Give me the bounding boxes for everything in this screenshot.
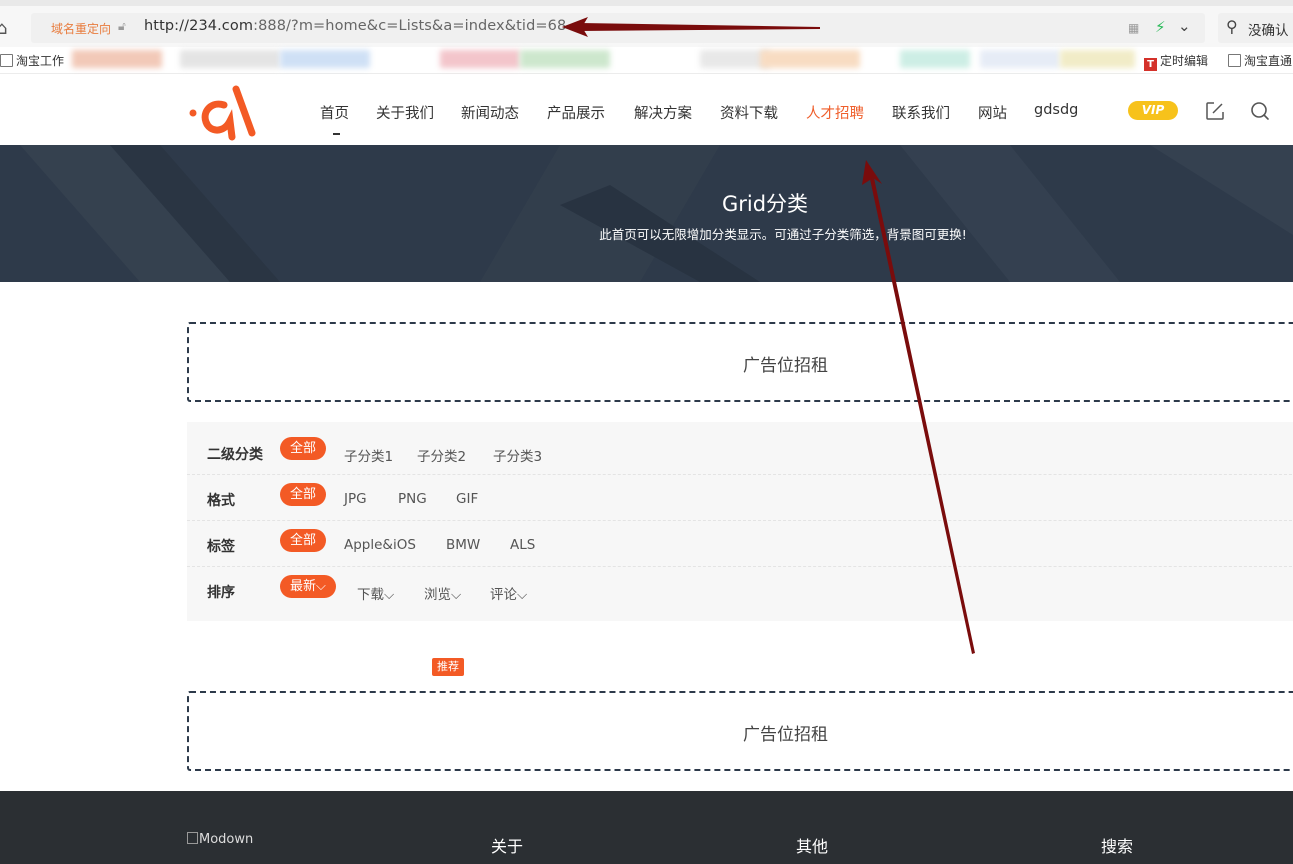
recommend-badge: 推荐 xyxy=(432,658,464,676)
t-logo-icon: T xyxy=(1144,58,1157,71)
chevron-down-icon: ⌵ xyxy=(384,587,395,603)
filter-option-all[interactable]: 全部 xyxy=(280,529,327,552)
banner-subtitle: 此首页可以无限增加分类显示。可通过子分类筛选，背景图可更换! xyxy=(599,227,967,242)
filter-option-all[interactable]: 全部 xyxy=(280,437,327,460)
insecure-lock-icon: 🔓︎ xyxy=(118,19,126,33)
bookmarks-bar: 淘宝工作 T 定时编辑 淘宝直通 xyxy=(0,47,1293,74)
nav-active-indicator xyxy=(333,133,340,135)
page-icon xyxy=(0,54,13,67)
banner-title: Grid分类 xyxy=(721,192,809,216)
blurred-bookmark xyxy=(72,50,162,68)
category-banner: Grid分类 此首页可以无限增加分类显示。可通过子分类筛选，背景图可更换! xyxy=(0,145,1293,282)
nav-item-site[interactable]: 网站 xyxy=(978,102,1007,123)
filter-option[interactable]: ALS xyxy=(510,537,535,553)
ad-slot-bottom[interactable]: 广告位招租 xyxy=(187,691,1293,771)
footer-column-other: 其他 xyxy=(796,837,829,856)
url-path: :888/?m=home&c=Lists&a=index&tid=68 xyxy=(253,18,567,34)
filter-option[interactable]: 子分类3 xyxy=(493,445,542,465)
chevron-down-icon: ⌵ xyxy=(316,579,326,594)
qr-code-icon[interactable]: ▦ xyxy=(1128,21,1139,35)
filter-panel: 二级分类 全部 子分类1 子分类2 子分类3 格式 全部 JPG PNG GIF… xyxy=(187,422,1293,621)
ad-text: 广告位招租 xyxy=(743,725,828,745)
sort-label: 最新 xyxy=(290,579,317,594)
chevron-down-icon: ⌵ xyxy=(517,587,528,603)
filter-option[interactable]: GIF xyxy=(456,491,478,507)
redirect-label: 域名重定向 xyxy=(51,22,112,36)
blurred-bookmark xyxy=(520,50,610,68)
footer-column-about: 关于 xyxy=(491,837,524,856)
search-icon[interactable] xyxy=(1250,101,1270,121)
nav-item-gdsdg[interactable]: gdsdg xyxy=(1034,102,1078,118)
ad-slot-top[interactable]: 广告位招租 xyxy=(187,322,1293,402)
bookmark-label: 定时编辑 xyxy=(1160,54,1209,68)
sort-label: 浏览 xyxy=(424,587,451,603)
filter-option[interactable]: 子分类1 xyxy=(344,445,393,465)
filter-option[interactable]: PNG xyxy=(398,491,427,507)
nav-item-downloads[interactable]: 资料下载 xyxy=(720,102,778,123)
filter-label: 标签 xyxy=(207,539,235,555)
sort-option-comments[interactable]: 评论⌵ xyxy=(490,583,527,603)
page-icon xyxy=(1228,54,1241,67)
ad-text: 广告位招租 xyxy=(743,356,828,376)
footer-logo[interactable]: Modown xyxy=(187,832,253,847)
filter-option-all[interactable]: 全部 xyxy=(280,483,327,506)
edit-icon[interactable] xyxy=(1205,101,1225,121)
filter-option[interactable]: JPG xyxy=(344,491,367,507)
filter-row-format: 格式 全部 JPG PNG GIF xyxy=(187,475,1293,521)
browser-address-row: ⌂ 域名重定向 🔓︎ http://234.com:888/?m=home&c=… xyxy=(0,0,1293,47)
bookmark-label: 淘宝直通 xyxy=(1244,54,1293,68)
filter-label: 排序 xyxy=(207,585,235,601)
chevron-down-icon[interactable]: ⌄ xyxy=(1178,17,1191,35)
blurred-bookmark xyxy=(440,50,520,68)
blurred-bookmark xyxy=(980,50,1060,68)
browser-search-box[interactable]: ⚲ 没确认 xyxy=(1218,13,1293,43)
bookmark-label: 淘宝工作 xyxy=(16,54,65,68)
filter-option[interactable]: Apple&iOS xyxy=(344,537,416,553)
url-text[interactable]: http://234.com:888/?m=home&c=Lists&a=ind… xyxy=(144,18,566,34)
footer-logo-alt: Modown xyxy=(199,832,254,847)
blurred-bookmark xyxy=(1060,50,1135,68)
filter-label: 二级分类 xyxy=(207,447,263,463)
filter-row-tags: 标签 全部 Apple&iOS BMW ALS xyxy=(187,521,1293,567)
blurred-bookmark xyxy=(280,50,370,68)
chevron-down-icon: ⌵ xyxy=(451,587,462,603)
nav-item-products[interactable]: 产品展示 xyxy=(547,102,605,123)
footer-column-search: 搜索 xyxy=(1101,837,1134,856)
site-header: 首页 关于我们 新闻动态 产品展示 解决方案 资料下载 人才招聘 联系我们 网站… xyxy=(0,75,1293,145)
browser-search-text: 没确认 xyxy=(1248,23,1289,39)
filter-option[interactable]: BMW xyxy=(446,537,480,553)
blurred-bookmark xyxy=(180,50,280,68)
bookmark-taobao-direct[interactable]: 淘宝直通 xyxy=(1228,52,1292,69)
bookmark-timed-edit[interactable]: T 定时编辑 xyxy=(1144,52,1208,71)
sort-option-newest[interactable]: 最新⌵ xyxy=(280,575,336,598)
home-icon[interactable]: ⌂ xyxy=(0,18,10,39)
filter-option[interactable]: 子分类2 xyxy=(417,445,466,465)
blurred-bookmark xyxy=(900,50,970,68)
sort-option-downloads[interactable]: 下载⌵ xyxy=(357,583,394,603)
url-host: http://234.com xyxy=(144,18,254,34)
sort-option-views[interactable]: 浏览⌵ xyxy=(424,583,461,603)
bookmark-taobao-work[interactable]: 淘宝工作 xyxy=(0,52,64,69)
nav-item-about[interactable]: 关于我们 xyxy=(376,102,434,123)
broken-image-icon xyxy=(187,832,198,844)
filter-label: 格式 xyxy=(207,493,235,509)
filter-row-subcategory: 二级分类 全部 子分类1 子分类2 子分类3 xyxy=(187,429,1293,475)
sort-label: 评论 xyxy=(490,587,517,603)
site-footer: Modown 关于 其他 搜索 xyxy=(0,791,1293,864)
nav-item-solutions[interactable]: 解决方案 xyxy=(634,102,692,123)
blurred-bookmark xyxy=(760,50,860,68)
filter-row-sort: 排序 最新⌵ 下载⌵ 浏览⌵ 评论⌵ xyxy=(187,567,1293,613)
bolt-icon[interactable]: ⚡︎ xyxy=(1155,18,1166,36)
vip-badge[interactable]: VIP xyxy=(1128,101,1178,120)
magnifier-icon: ⚲ xyxy=(1226,17,1238,36)
nav-item-contact[interactable]: 联系我们 xyxy=(892,102,950,123)
site-logo[interactable] xyxy=(188,81,258,141)
nav-item-news[interactable]: 新闻动态 xyxy=(461,102,519,123)
sort-label: 下载 xyxy=(357,587,384,603)
url-bar[interactable]: 域名重定向 🔓︎ http://234.com:888/?m=home&c=Li… xyxy=(31,13,1205,43)
nav-item-home[interactable]: 首页 xyxy=(320,102,349,123)
nav-item-careers[interactable]: 人才招聘 xyxy=(806,102,864,123)
